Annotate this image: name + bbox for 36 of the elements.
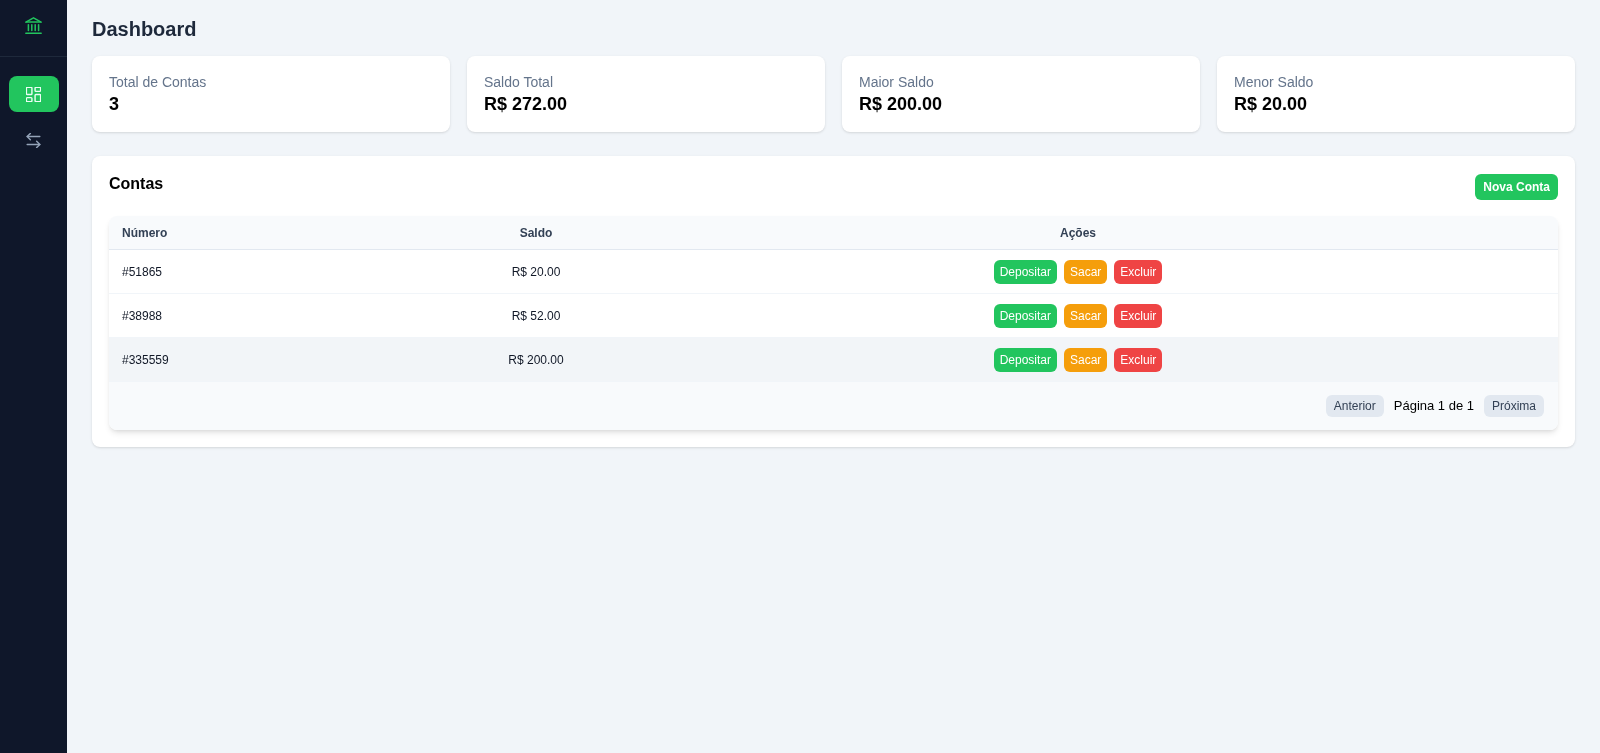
column-header: Saldo (519, 224, 553, 241)
bank-icon (25, 17, 42, 34)
stat-label: Total de Contas (109, 73, 207, 92)
account-number: #51865 (122, 263, 163, 280)
page-title: Dashboard (92, 17, 197, 42)
account-number: #38988 (122, 307, 163, 324)
withdraw-button[interactable]: Sacar (1064, 303, 1108, 328)
withdraw-button[interactable]: Sacar (1064, 347, 1108, 372)
account-balance: R$ 200.00 (508, 351, 564, 368)
stat-value: 3 (109, 93, 119, 116)
account-balance: R$ 20.00 (511, 263, 561, 280)
column-header: Ações (1060, 224, 1096, 241)
arrows-icon (26, 132, 41, 148)
stat-value: R$ 20.00 (1234, 93, 1308, 116)
previous-button[interactable]: Anterior (1325, 395, 1384, 417)
page-info: Página 1 de 1 (1393, 397, 1474, 415)
stat-label: Maior Saldo (859, 73, 934, 92)
stat-label: Saldo Total (484, 73, 553, 92)
account-number: #335559 (122, 351, 169, 368)
stat-value: R$ 200.00 (859, 93, 943, 116)
column-header: Número (122, 224, 168, 241)
nav-item[interactable] (8, 76, 59, 112)
new-account-button[interactable]: Nova Conta (1475, 174, 1558, 200)
delete-button[interactable]: Excluir (1114, 303, 1163, 328)
stat-value: R$ 272.00 (484, 93, 568, 116)
stat-label: Menor Saldo (1234, 73, 1314, 92)
next-button[interactable]: Próxima (1484, 395, 1544, 417)
deposit-button[interactable]: Depositar (993, 259, 1057, 284)
withdraw-button[interactable]: Sacar (1064, 259, 1108, 284)
delete-button[interactable]: Excluir (1114, 347, 1163, 372)
grid-icon (26, 86, 41, 102)
delete-button[interactable]: Excluir (1114, 259, 1163, 284)
deposit-button[interactable]: Depositar (993, 303, 1057, 328)
account-balance: R$ 52.00 (511, 307, 561, 324)
panel-title: Contas (109, 174, 164, 194)
deposit-button[interactable]: Depositar (993, 347, 1057, 372)
